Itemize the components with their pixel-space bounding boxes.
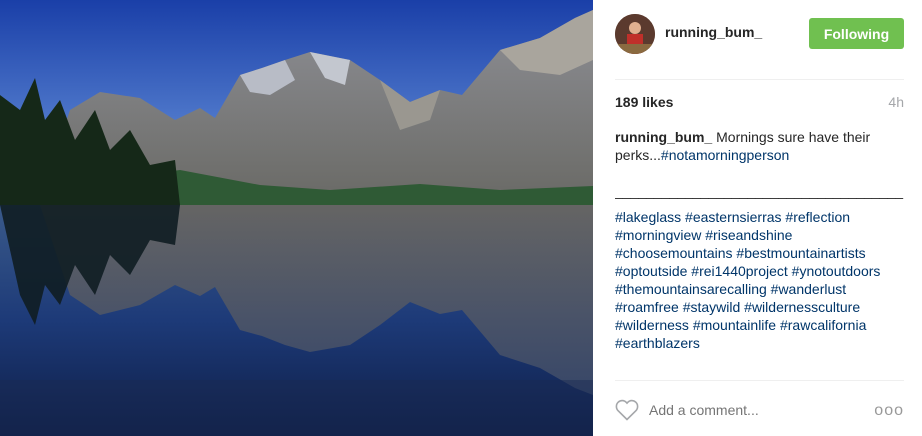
caption-separator: _____________________________________: [615, 183, 904, 199]
avatar[interactable]: [615, 14, 655, 54]
hashtag-line[interactable]: #wilderness #mountainlife #rawcalifornia: [615, 316, 905, 334]
caption-hashtag[interactable]: #notamorningperson: [661, 147, 789, 163]
add-comment-input[interactable]: [649, 402, 849, 418]
caption-username[interactable]: running_bum_: [615, 129, 712, 145]
post-timestamp[interactable]: 4h: [888, 94, 904, 110]
hashtag-line[interactable]: #themountainsarecalling #wanderlust: [615, 280, 905, 298]
mountain-lake-image: [0, 0, 593, 436]
hashtag-line[interactable]: #morningview #riseandshine: [615, 226, 905, 244]
likes-count[interactable]: 189 likes: [615, 94, 673, 110]
divider: [615, 380, 904, 381]
avatar-photo-icon: [615, 14, 655, 54]
post-sidebar: running_bum_ Following 189 likes 4h runn…: [593, 0, 922, 436]
hashtag-line[interactable]: #roamfree #staywild #wildernessculture: [615, 298, 905, 316]
instagram-post: running_bum_ Following 189 likes 4h runn…: [0, 0, 922, 436]
hashtag-line[interactable]: #earthblazers: [615, 334, 905, 352]
caption: running_bum_ Mornings sure have their pe…: [615, 128, 905, 164]
heart-outline-icon[interactable]: [615, 399, 639, 421]
hashtag-line[interactable]: #choosemountains #bestmountainartists: [615, 244, 905, 262]
post-photo[interactable]: [0, 0, 593, 436]
divider: [615, 79, 904, 80]
comments-list: running_bum_ Mornings sure have their pe…: [615, 128, 905, 378]
post-username[interactable]: running_bum_: [665, 24, 762, 40]
hashtag-line[interactable]: #lakeglass #easternsierras #reflection: [615, 208, 905, 226]
more-options-icon[interactable]: ooo: [874, 402, 904, 420]
hashtag-line[interactable]: #optoutside #rei1440project #ynotoutdoor…: [615, 262, 905, 280]
hashtag-block: #lakeglass #easternsierras #reflection #…: [615, 208, 905, 352]
following-button[interactable]: Following: [809, 18, 904, 49]
post-header: running_bum_ Following: [593, 0, 922, 68]
